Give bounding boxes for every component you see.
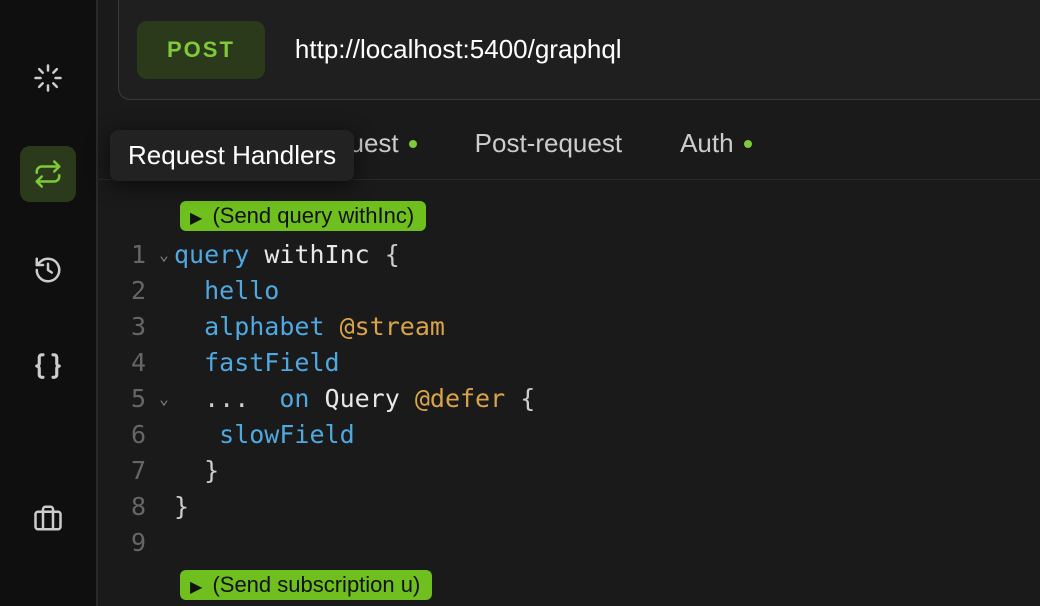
spinner-icon [33,63,63,93]
code-line: 2 hello [98,273,1040,309]
line-number: 5 [98,381,154,417]
code-line: 7 } [98,453,1040,489]
code-lens-label: (Send subscription u) [212,572,420,597]
tab-label: Auth [680,128,734,159]
line-number: 3 [98,309,154,345]
sidebar-item-loading[interactable] [20,50,76,106]
fold-arrow-icon[interactable]: ⌄ [154,381,174,417]
tabs-row: Query Pre-request Post-request Auth Requ… [98,100,1040,180]
code-text: } [174,453,219,489]
sidebar-item-schema[interactable] [20,338,76,394]
main-area: POST Query Pre-request Post-request Auth… [98,0,1040,606]
code-text: } [174,489,189,525]
code-line: 8 } [98,489,1040,525]
line-number: 4 [98,345,154,381]
fold-arrow-icon[interactable]: ⌄ [154,237,174,273]
code-text: fastField [174,345,340,381]
code-text: alphabet @stream [174,309,445,345]
sidebar [0,0,98,606]
indicator-dot-icon [744,140,752,148]
code-lens-label: (Send query withInc) [212,203,414,228]
sidebar-item-request-handlers[interactable] [20,146,76,202]
code-line: 5 ⌄ ... on Query @defer { [98,381,1040,417]
code-line: 9 [98,525,1040,561]
code-editor[interactable]: ▶ (Send query withInc) 1 ⌄ query withInc… [98,180,1040,606]
code-text: query withInc { [174,237,400,273]
code-text: ... on Query @defer { [174,381,535,417]
code-line: 4 fastField [98,345,1040,381]
code-text: slowField [174,417,355,453]
run-subscription-button[interactable]: ▶ (Send subscription u) [180,570,432,600]
line-number: 6 [98,417,154,453]
line-number: 8 [98,489,154,525]
code-line: 1 ⌄ query withInc { [98,237,1040,273]
url-input[interactable] [295,34,1022,65]
briefcase-icon [33,503,63,533]
code-text: hello [174,273,279,309]
braces-icon [33,351,63,381]
code-line: 6 slowField [98,417,1040,453]
line-number: 9 [98,525,154,561]
refresh-icon [33,159,63,189]
line-number: 1 [98,237,154,273]
line-number: 2 [98,273,154,309]
play-icon: ▶ [190,579,202,596]
code-text [174,525,189,561]
run-query-button[interactable]: ▶ (Send query withInc) [180,201,426,231]
code-line: 3 alphabet @stream [98,309,1040,345]
tooltip-request-handlers: Request Handlers [110,130,354,181]
indicator-dot-icon [409,140,417,148]
tab-auth[interactable]: Auth [676,120,756,167]
sidebar-item-history[interactable] [20,242,76,298]
tab-post-request[interactable]: Post-request [471,120,626,167]
line-number: 7 [98,453,154,489]
history-icon [33,255,63,285]
http-method-button[interactable]: POST [137,21,265,79]
sidebar-item-extensions[interactable] [20,490,76,546]
play-icon: ▶ [190,210,202,227]
url-bar: POST [118,0,1040,100]
